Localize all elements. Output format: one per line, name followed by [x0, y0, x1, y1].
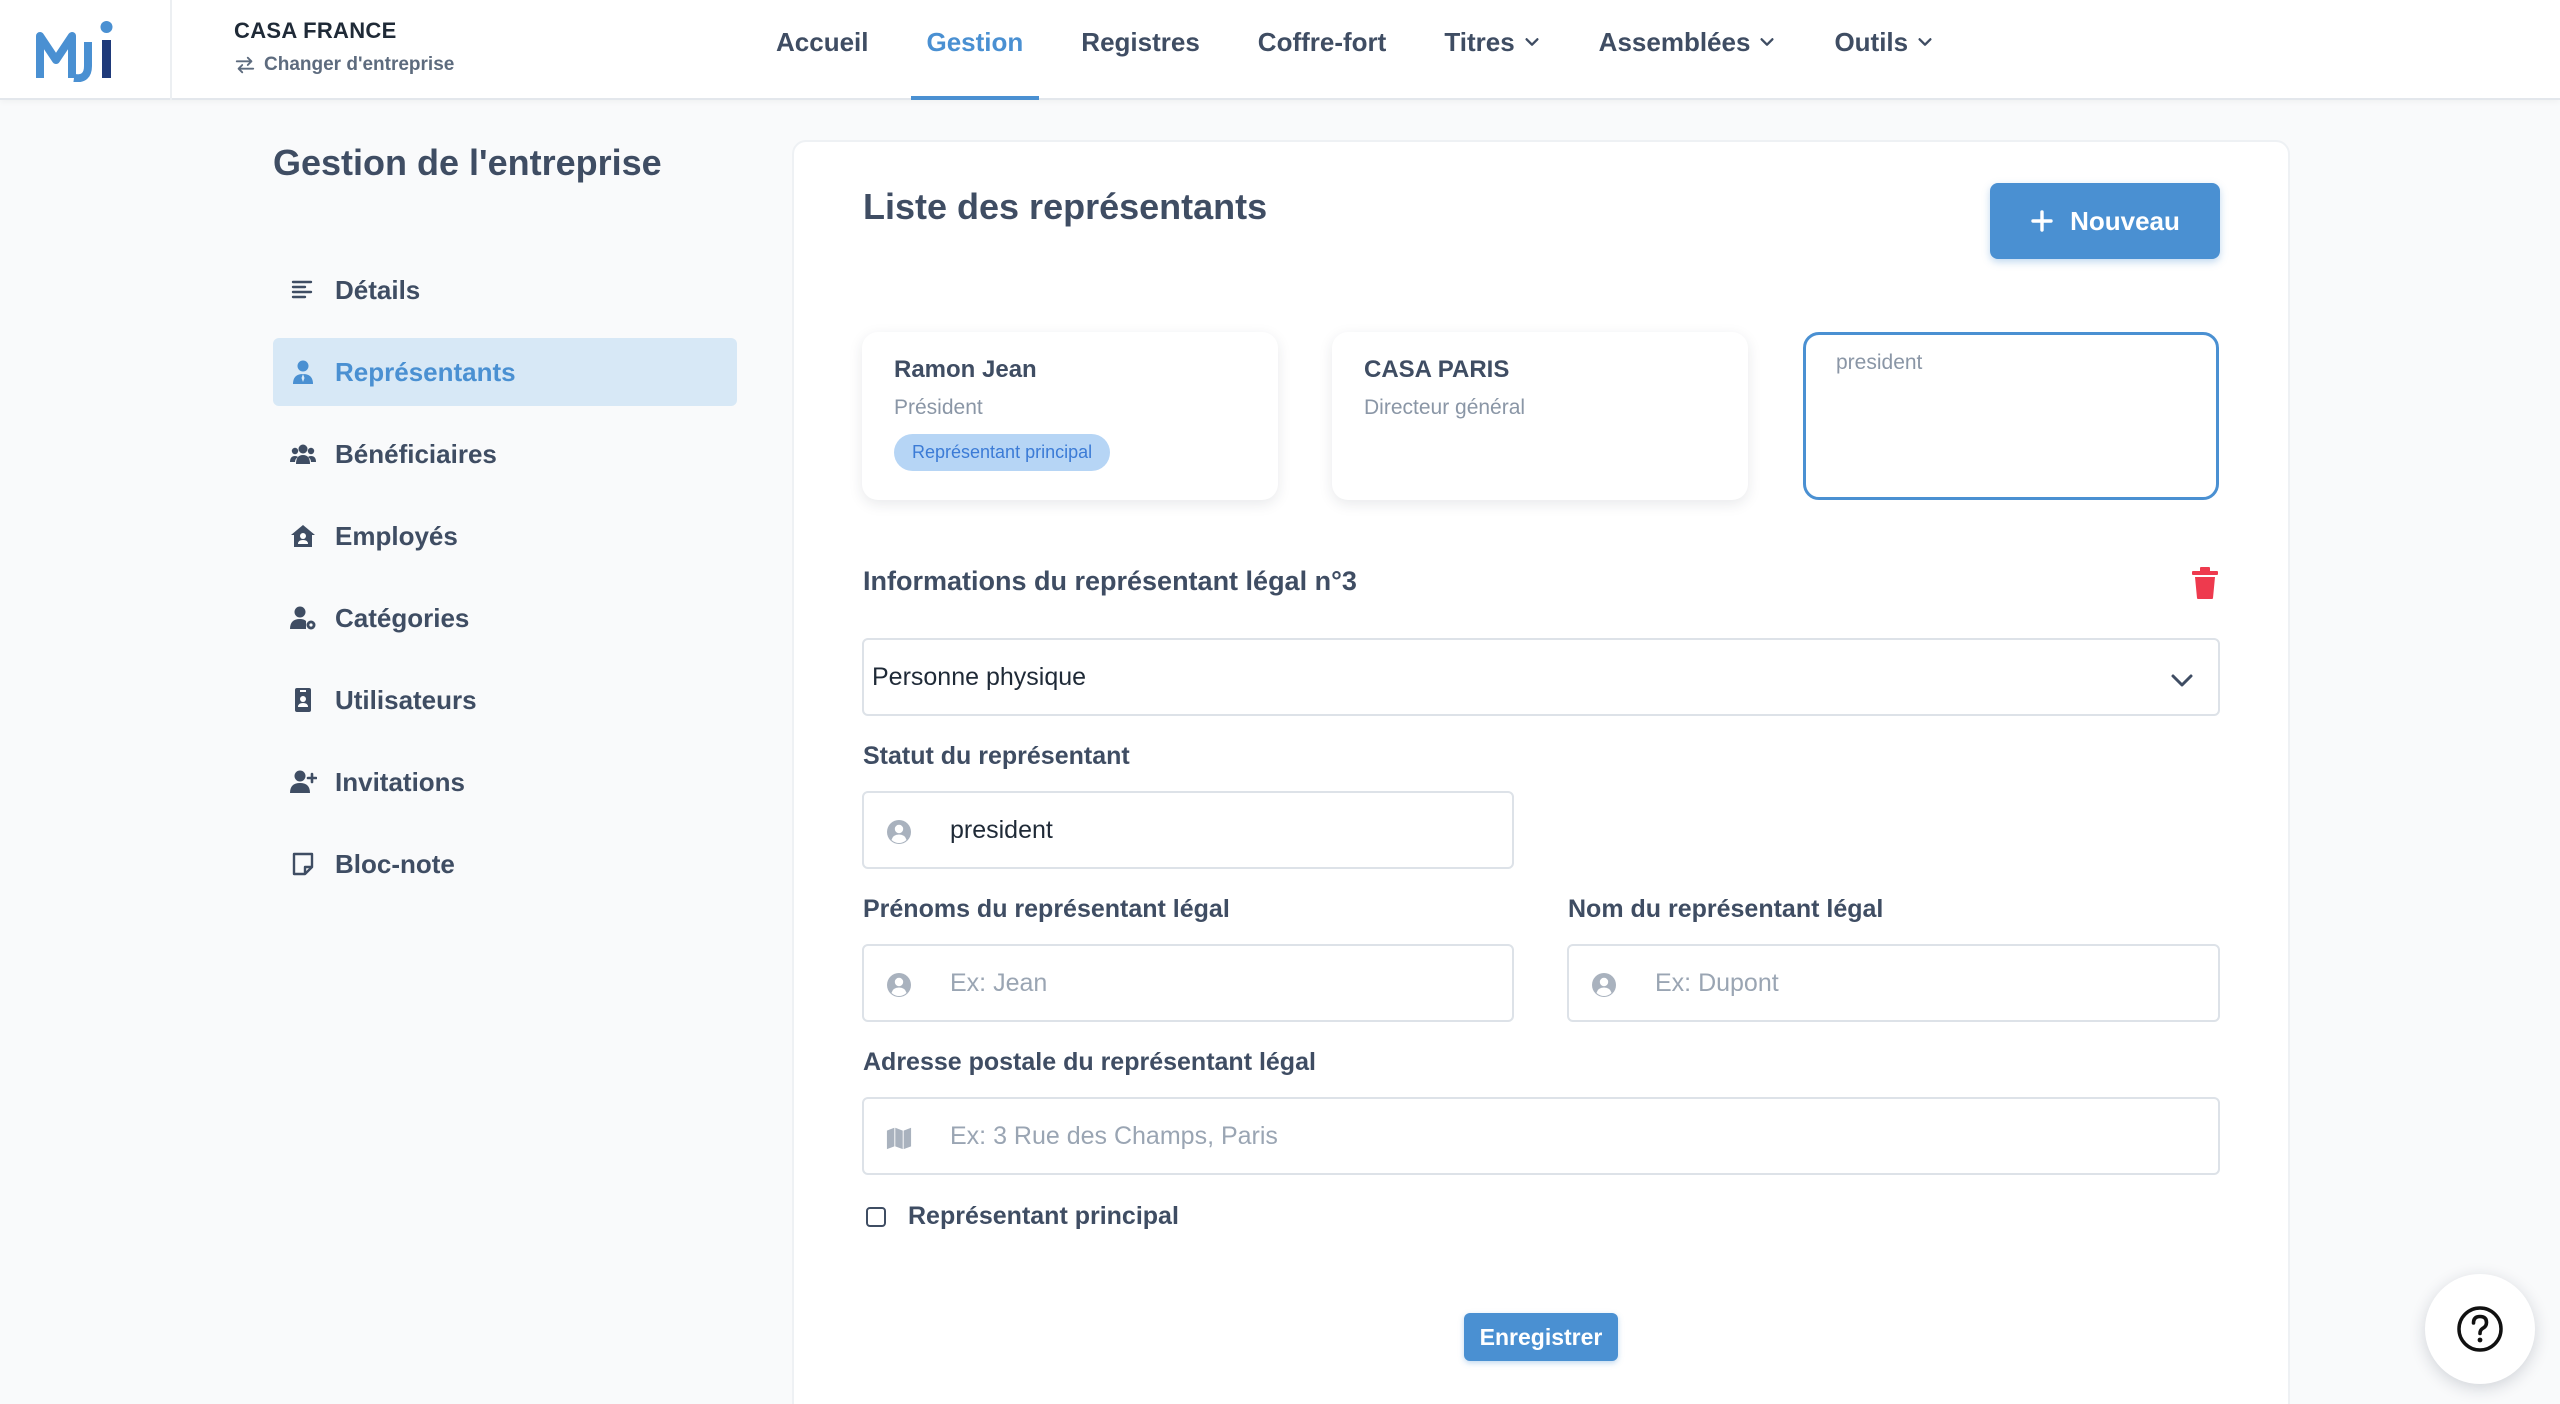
sidebar-item-utilisateurs[interactable]: Utilisateurs: [273, 666, 737, 734]
nav-assemblees[interactable]: Assemblées: [1583, 0, 1793, 100]
sidebar-item-employes[interactable]: Employés: [273, 502, 737, 570]
nav-gestion[interactable]: Gestion: [910, 0, 1040, 100]
sidebar-item-categories[interactable]: Catégories: [273, 584, 737, 652]
sidebar-item-invitations[interactable]: Invitations: [273, 748, 737, 816]
sidebar-item-beneficiaires[interactable]: Bénéficiaires: [273, 420, 737, 488]
chevron-down-icon: [1760, 38, 1775, 46]
section-title: Informations du représentant légal n°3: [863, 566, 1357, 596]
person-type-select[interactable]: Personne physique: [862, 638, 2220, 716]
sidebar-item-label: Bénéficiaires: [335, 438, 497, 469]
firstname-label: Prénoms du représentant légal: [863, 895, 1230, 923]
status-field: [862, 791, 1514, 869]
sidebar-item-details[interactable]: Détails: [273, 256, 737, 324]
chevron-down-icon: [2171, 674, 2193, 687]
nav-titres[interactable]: Titres: [1428, 0, 1556, 100]
representative-name: Ramon Jean: [894, 356, 1037, 383]
user-circle-icon: [887, 820, 911, 844]
mji-logo[interactable]: [36, 18, 136, 82]
nav-label: Assemblées: [1598, 26, 1751, 57]
sidebar-item-label: Détails: [335, 274, 421, 305]
principal-checkbox-label: Représentant principal: [908, 1202, 1179, 1230]
help-button[interactable]: [2425, 1274, 2535, 1384]
sidebar-title: Gestion de l'entreprise: [273, 142, 662, 183]
sidebar-item-label: Invitations: [335, 766, 466, 797]
id-badge-icon: [295, 688, 311, 712]
firstname-field: [862, 944, 1514, 1022]
top-bar: CASA FRANCE Changer d'entreprise Accueil…: [0, 0, 2560, 100]
nav-coffre-fort[interactable]: Coffre-fort: [1242, 0, 1403, 100]
align-left-icon: [291, 280, 313, 299]
chevron-down-icon: [1918, 38, 1932, 46]
switch-company-label: Changer d'entreprise: [264, 54, 455, 75]
representative-role: president: [1836, 351, 1923, 374]
nav-label: Coffre-fort: [1257, 26, 1387, 57]
switch-company-link[interactable]: Changer d'entreprise: [234, 54, 454, 76]
users-icon: [290, 444, 316, 464]
sidebar-item-label: Catégories: [335, 602, 470, 633]
new-representative-button[interactable]: Nouveau: [1990, 183, 2220, 259]
chevron-down-icon: [1525, 38, 1539, 46]
firstname-input[interactable]: [864, 946, 1512, 1020]
lastname-input[interactable]: [1569, 946, 2218, 1020]
swap-arrows-icon: [235, 56, 255, 74]
nav-label: Titres: [1444, 26, 1515, 57]
nav-label: Outils: [1834, 26, 1909, 57]
nav-label: Gestion: [926, 26, 1024, 57]
user-circle-icon: [887, 973, 911, 997]
save-button[interactable]: Enregistrer: [1464, 1313, 1618, 1361]
principal-checkbox[interactable]: [866, 1206, 886, 1227]
principal-checkbox-row[interactable]: Représentant principal: [866, 1202, 1179, 1231]
main-nav: Accueil Gestion Registres Coffre-fort Ti…: [760, 0, 1976, 100]
user-circle-icon: [1592, 973, 1616, 997]
sidebar-item-label: Utilisateurs: [335, 684, 477, 715]
user-tie-icon: [293, 360, 313, 384]
map-icon: [886, 1127, 912, 1150]
lastname-field: [1567, 944, 2220, 1022]
person-type-value: Personne physique: [872, 662, 1087, 691]
address-field: [862, 1097, 2220, 1175]
question-circle-icon: [2457, 1306, 2503, 1352]
address-input[interactable]: [864, 1099, 2218, 1173]
new-button-label: Nouveau: [2070, 205, 2180, 236]
logo-divider: [170, 0, 172, 100]
trash-icon[interactable]: [2190, 566, 2220, 600]
sidebar-item-label: Employés: [335, 520, 458, 551]
page-title: Liste des représentants: [863, 186, 1268, 227]
plus-icon: [2031, 210, 2053, 232]
lastname-label: Nom du représentant légal: [1568, 895, 1884, 923]
company-selector: CASA FRANCE Changer d'entreprise: [234, 18, 454, 76]
representative-name: CASA PARIS: [1364, 356, 1510, 383]
nav-accueil[interactable]: Accueil: [760, 0, 885, 100]
representative-card-selected[interactable]: president: [1803, 332, 2219, 500]
user-plus-icon: [290, 770, 317, 793]
status-label: Statut du représentant: [863, 742, 1130, 770]
house-user-icon: [291, 525, 315, 547]
nav-label: Accueil: [776, 26, 869, 57]
address-label: Adresse postale du représentant légal: [863, 1048, 1316, 1076]
note-icon: [292, 852, 314, 876]
representative-card[interactable]: CASA PARIS Directeur général: [1332, 332, 1748, 500]
sidebar-menu: Détails Représentants Bénéficiaires Empl…: [273, 256, 737, 912]
representative-role: Président: [894, 396, 983, 419]
principal-badge: Représentant principal: [894, 434, 1111, 471]
status-input[interactable]: [864, 793, 1512, 867]
sidebar-item-bloc-note[interactable]: Bloc-note: [273, 830, 737, 898]
nav-label: Registres: [1081, 26, 1200, 57]
company-name: CASA FRANCE: [234, 18, 397, 43]
sidebar-item-label: Représentants: [335, 356, 516, 387]
sidebar-item-representants[interactable]: Représentants: [273, 338, 737, 406]
representative-card[interactable]: Ramon Jean Président Représentant princi…: [862, 332, 1278, 500]
nav-registres[interactable]: Registres: [1065, 0, 1216, 100]
nav-outils[interactable]: Outils: [1818, 0, 1950, 100]
user-gear-icon: [290, 606, 316, 630]
sidebar-item-label: Bloc-note: [335, 848, 455, 879]
representative-role: Directeur général: [1364, 396, 1526, 419]
